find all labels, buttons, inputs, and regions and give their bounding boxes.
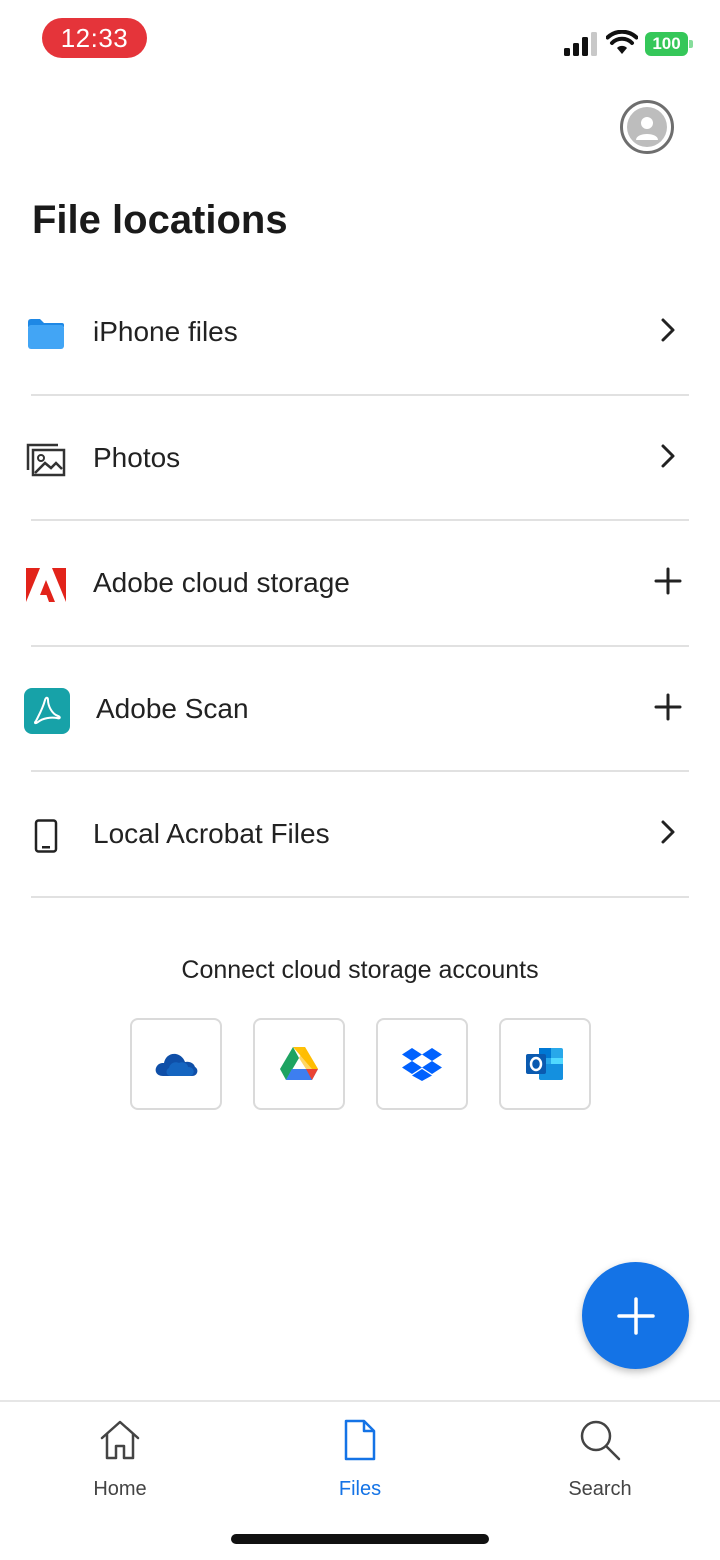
- plus-icon: [616, 1296, 655, 1335]
- file-locations-list: iPhone files Photos Adobe cloud storage …: [0, 270, 720, 898]
- location-label: Local Acrobat Files: [93, 818, 330, 849]
- profile-avatar-button[interactable]: [620, 100, 674, 154]
- location-label: Adobe cloud storage: [93, 567, 350, 598]
- photos-icon: [22, 436, 70, 484]
- user-icon: [627, 107, 667, 147]
- chevron-right-icon: [661, 318, 675, 342]
- folder-icon: [22, 310, 70, 358]
- status-bar: 12:33 100: [0, 0, 720, 80]
- location-row-photos[interactable]: Photos: [0, 396, 720, 521]
- add-file-fab-button[interactable]: [582, 1262, 689, 1369]
- cellular-signal-icon: [564, 32, 597, 56]
- location-label: Adobe Scan: [96, 692, 249, 724]
- adobe-scan-icon: [23, 687, 71, 735]
- connect-cloud-title: Connect cloud storage accounts: [181, 956, 539, 984]
- tab-files-label: Files: [338, 1478, 382, 1500]
- tab-home-label: Home: [93, 1478, 147, 1500]
- home-icon: [100, 1420, 140, 1460]
- location-row-adobe-cloud-storage[interactable]: Adobe cloud storage: [0, 521, 720, 647]
- status-time: 12:33: [42, 18, 147, 58]
- location-label: iPhone files: [93, 316, 238, 347]
- chevron-right-icon: [661, 444, 675, 467]
- plus-icon: [654, 567, 682, 595]
- dropbox-icon: [402, 1048, 442, 1081]
- location-label: Photos: [93, 441, 181, 473]
- page-title: File locations: [32, 198, 288, 242]
- chevron-right-icon: [661, 820, 675, 844]
- connect-google-drive-button[interactable]: [253, 1018, 345, 1110]
- outlook-icon: [526, 1048, 563, 1080]
- onedrive-icon: [155, 1053, 198, 1076]
- battery-icon: 100: [645, 32, 693, 56]
- tab-search[interactable]: Search: [530, 1418, 670, 1501]
- location-row-adobe-scan[interactable]: Adobe Scan: [0, 647, 720, 772]
- connect-onedrive-button[interactable]: [130, 1018, 222, 1110]
- plus-icon: [654, 693, 682, 720]
- cloud-provider-tiles: [130, 1018, 591, 1110]
- battery-level: 100: [645, 32, 688, 56]
- phone-icon: [22, 812, 70, 860]
- adobe-logo-icon: [22, 561, 70, 609]
- tab-home[interactable]: Home: [50, 1418, 190, 1501]
- connect-dropbox-button[interactable]: [376, 1018, 468, 1110]
- location-row-local-acrobat-files[interactable]: Local Acrobat Files: [0, 772, 720, 898]
- search-icon: [580, 1420, 621, 1461]
- wifi-icon: [606, 30, 638, 54]
- google-drive-icon: [280, 1047, 318, 1080]
- connect-outlook-button[interactable]: [499, 1018, 591, 1110]
- location-row-iphone-files[interactable]: iPhone files: [0, 270, 720, 396]
- home-indicator: [231, 1534, 489, 1544]
- tab-files[interactable]: Files: [290, 1418, 430, 1501]
- tab-search-label: Search: [568, 1478, 632, 1500]
- file-icon: [344, 1419, 376, 1461]
